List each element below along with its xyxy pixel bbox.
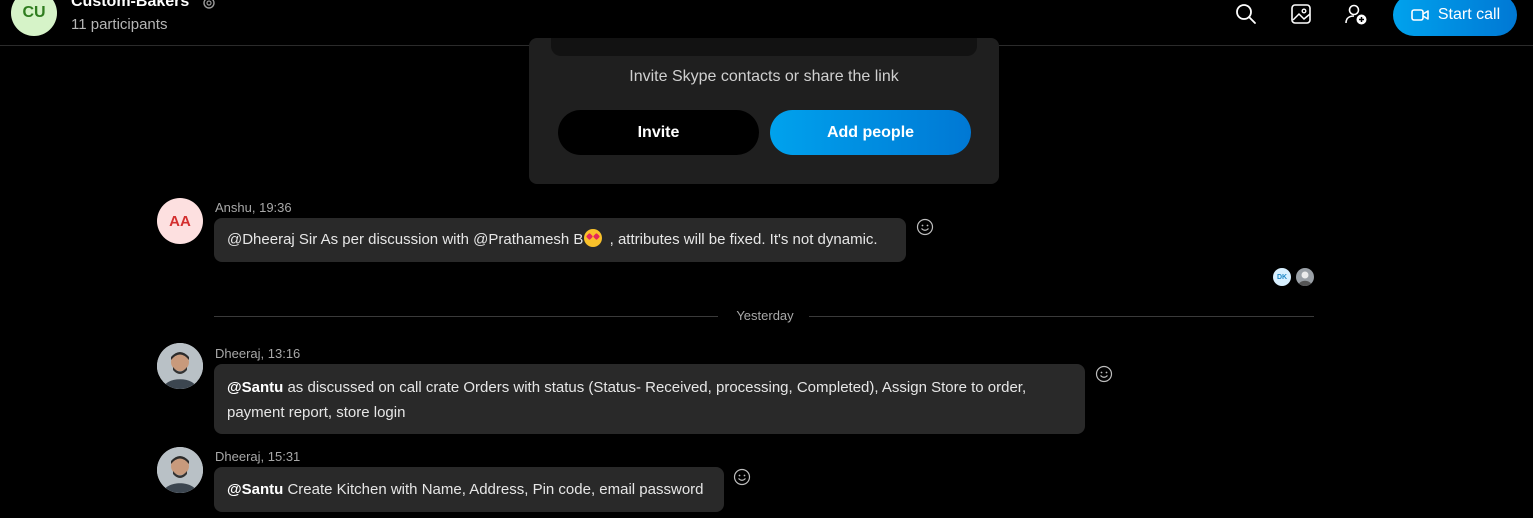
invite-description: Invite Skype contacts or share the link bbox=[629, 68, 899, 85]
group-title[interactable]: Custom-Bakers bbox=[71, 0, 189, 11]
message-meta: Dheeraj, 13:16 bbox=[215, 346, 301, 361]
group-avatar[interactable]: CU bbox=[11, 0, 57, 36]
message-bubble[interactable]: @Dheeraj Sir As per discussion with @Pra… bbox=[214, 218, 906, 262]
star-struck-emoji-icon bbox=[584, 229, 603, 247]
gear-icon[interactable] bbox=[201, 0, 217, 11]
person-photo-icon bbox=[1298, 271, 1312, 286]
reaction-smiley-icon[interactable] bbox=[1095, 365, 1113, 383]
add-person-icon[interactable] bbox=[1344, 2, 1368, 26]
reaction-smiley-icon[interactable] bbox=[916, 218, 934, 236]
start-call-label: Start call bbox=[1437, 6, 1501, 23]
gallery-icon[interactable] bbox=[1289, 2, 1313, 26]
message-text: @Dheeraj Sir As per discussion with @Pra… bbox=[227, 231, 584, 248]
date-divider-line bbox=[214, 316, 718, 317]
date-divider-line bbox=[809, 316, 1314, 317]
share-link-field[interactable] bbox=[551, 38, 977, 56]
invite-card: Invite Skype contacts or share the link … bbox=[529, 38, 999, 184]
add-people-button[interactable]: Add people bbox=[770, 110, 971, 155]
message-text: Create Kitchen with Name, Address, Pin c… bbox=[283, 481, 704, 498]
person-photo-icon bbox=[157, 447, 203, 493]
reaction-smiley-icon[interactable] bbox=[733, 468, 751, 486]
avatar[interactable] bbox=[157, 343, 203, 389]
participants-count[interactable]: 11 participants bbox=[71, 16, 167, 33]
start-call-button[interactable]: Start call bbox=[1393, 0, 1517, 36]
search-icon[interactable] bbox=[1234, 2, 1258, 26]
message-meta: Dheeraj, 15:31 bbox=[215, 449, 301, 464]
person-photo-icon bbox=[157, 343, 203, 389]
video-icon bbox=[1411, 9, 1429, 21]
seen-avatar[interactable]: DK bbox=[1273, 268, 1291, 286]
message-bubble[interactable]: @Santu as discussed on call crate Orders… bbox=[214, 364, 1085, 434]
message-meta: Anshu, 19:36 bbox=[215, 200, 292, 215]
avatar[interactable] bbox=[157, 447, 203, 493]
message-bubble[interactable]: @Santu Create Kitchen with Name, Address… bbox=[214, 467, 724, 512]
avatar[interactable]: AA bbox=[157, 198, 203, 244]
seen-avatar[interactable] bbox=[1296, 268, 1314, 286]
message-text: , attributes will be fixed. It's not dyn… bbox=[605, 231, 878, 248]
invite-button[interactable]: Invite bbox=[558, 110, 759, 155]
date-divider: Yesterday bbox=[736, 308, 794, 323]
mention[interactable]: @Santu bbox=[227, 379, 283, 396]
mention[interactable]: @Santu bbox=[227, 481, 283, 498]
message-text: as discussed on call crate Orders with s… bbox=[227, 379, 1027, 421]
